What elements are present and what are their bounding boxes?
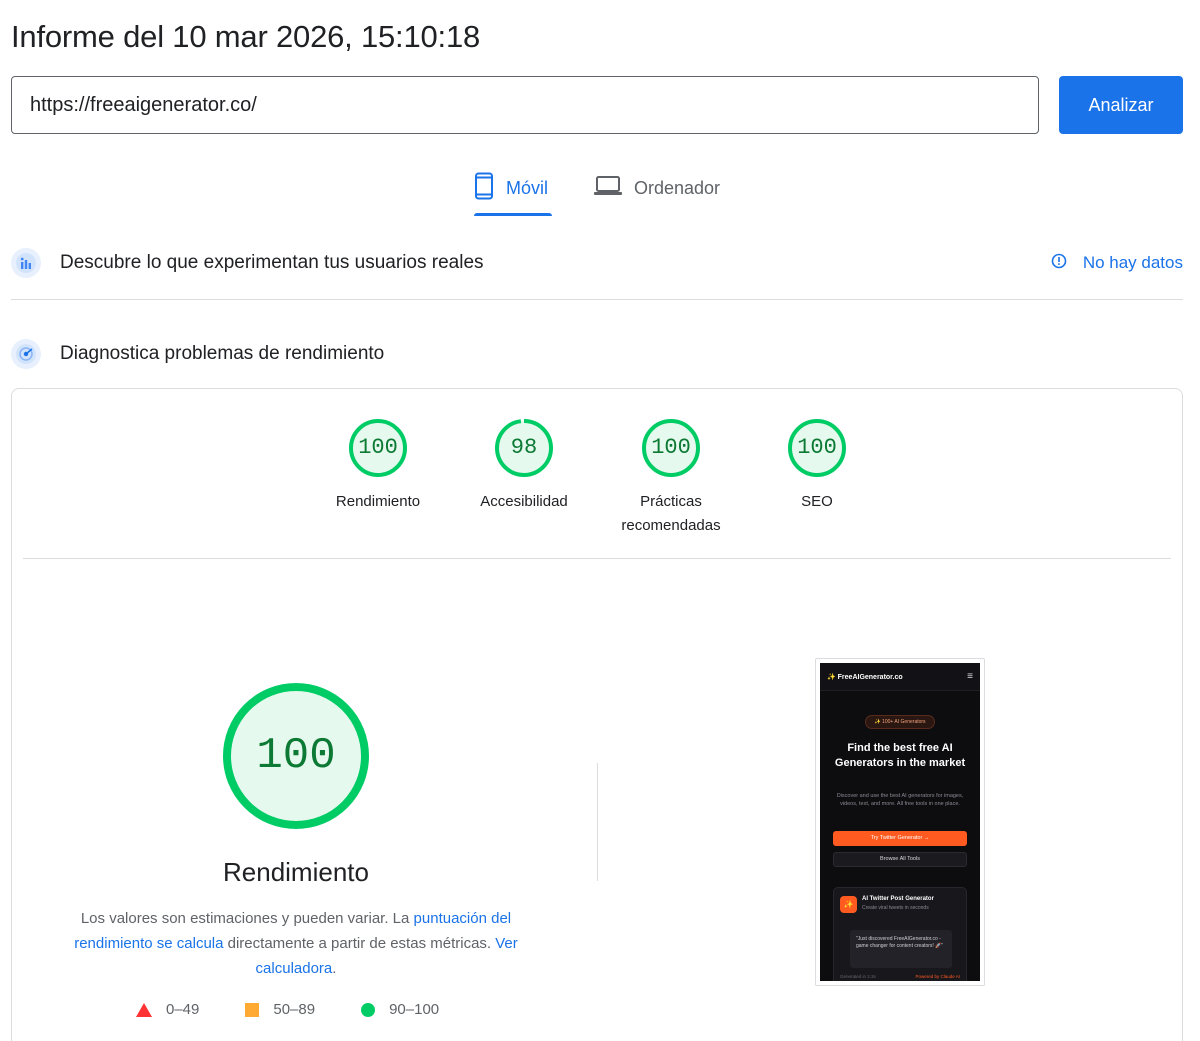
report-title: Informe del 10 mar 2026, 15:10:18 [11,19,481,54]
vertical-divider [597,763,598,881]
screenshot-card-quote: "Just discovered FreeAIGenerator.co - ga… [850,930,952,968]
section-divider [11,299,1183,300]
tab-mobile[interactable]: Móvil [474,160,552,216]
analyze-button[interactable]: Analizar [1059,76,1183,134]
screenshot-card-footer: Generated in 2.3s Powered by Claude AI [834,974,966,979]
circle-icon [361,1002,376,1017]
triangle-icon [136,1002,152,1017]
performance-big-gauge: 100 [221,681,371,831]
desc-text: directamente a partir de estas métricas. [223,935,496,952]
card-divider [23,558,1171,559]
legend-fail: 0–49 [136,1001,199,1018]
score-value: 98 [510,435,538,460]
desc-text: . [332,960,337,977]
score-legend: 0–49 50–89 90–100 [136,1001,485,1018]
crux-title: Descubre lo que experimentan tus usuario… [60,252,484,273]
score-value: 100 [651,435,691,460]
performance-title: Rendimiento [223,857,369,887]
screenshot-brand: ✨ FreeAIGenerator.co [827,673,903,681]
score-label: Accesibilidad [480,493,568,510]
lighthouse-icon [11,339,41,369]
score-ring: 98 [494,418,554,478]
diagnostics-title: Diagnostica problemas de rendimiento [60,343,385,364]
legend-pass-label: 90–100 [389,1001,440,1018]
crux-section: Descubre lo que experimentan tus usuario… [11,243,1183,283]
score-label: Prácticas recomendadas [621,493,721,534]
score-value: 100 [358,435,398,460]
screenshot-primary-button: Try Twitter Generator → [833,831,967,846]
desc-text: Los valores son estimaciones y pueden va… [80,910,414,927]
no-data-link[interactable]: No hay datos [1051,243,1183,283]
legend-average-label: 50–89 [273,1001,316,1018]
device-tabs: Móvil Ordenador [0,160,1200,216]
tab-desktop-label: Ordenador [634,177,721,198]
score-gauge-accessibility[interactable]: 98 Accesibilidad [454,418,594,514]
score-ring: 100 [787,418,847,478]
users-chart-icon [11,248,41,278]
screenshot-paragraph: Discover and use the best AI generators … [836,793,964,807]
laptop-icon [594,175,622,202]
final-screenshot[interactable]: ✨ FreeAIGenerator.co ≡ ✨ 100+ AI Generat… [815,658,985,986]
score-gauge-best-practices[interactable]: 100 Prácticas recomendadas [601,418,741,538]
lighthouse-report-card: 100 Rendimiento 98 Accesibilidad 100 Prá… [11,388,1183,1041]
screenshot-headline: Find the best free AI Generators in the … [834,742,966,769]
legend-average: 50–89 [245,1001,315,1018]
screenshot-footer-right: Powered by Claude AI [915,974,960,979]
diagnostics-section: Diagnostica problemas de rendimiento [11,334,1183,374]
legend-pass: 90–100 [361,1001,439,1018]
smartphone-icon [474,172,494,205]
screenshot-secondary-button: Browse All Tools [833,852,967,867]
no-data-label: No hay datos [1082,253,1183,272]
score-ring: 100 [348,418,408,478]
legend-fail-label: 0–49 [166,1001,200,1018]
screenshot-image: ✨ FreeAIGenerator.co ≡ ✨ 100+ AI Generat… [820,663,980,981]
tab-desktop[interactable]: Ordenador [594,160,720,216]
sparkles-icon: ✨ [840,896,857,913]
screenshot-card-title: AI Twitter Post Generator [862,896,934,902]
screenshot-navbar: ✨ FreeAIGenerator.co ≡ [820,663,980,691]
score-value: 100 [797,435,837,460]
performance-score-value: 100 [256,731,336,781]
screenshot-card: ✨ AI Twitter Post Generator Create viral… [833,887,967,981]
info-icon [1051,253,1067,274]
performance-description: Los valores son estimaciones y pueden va… [56,906,536,981]
score-gauge-seo[interactable]: 100 SEO [747,418,887,514]
score-ring: 100 [641,418,701,478]
score-label: SEO [801,493,833,510]
screenshot-footer-left: Generated in 2.3s [840,974,876,979]
square-icon [245,1002,260,1017]
url-input[interactable] [11,76,1039,134]
hamburger-menu-icon: ≡ [967,671,973,682]
score-gauge-performance[interactable]: 100 Rendimiento [308,418,448,514]
tab-mobile-label: Móvil [506,177,549,198]
screenshot-badge: ✨ 100+ AI Generators [865,715,935,729]
score-label: Rendimiento [335,493,421,510]
screenshot-card-subtitle: Create viral tweets in seconds [862,905,929,911]
